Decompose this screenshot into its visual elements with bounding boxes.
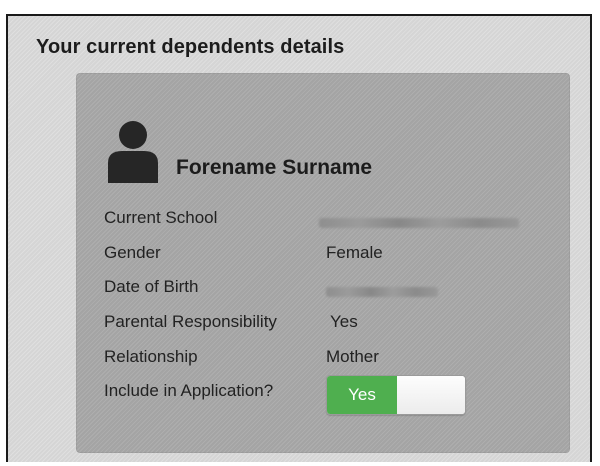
relationship-label: Relationship: [104, 347, 198, 366]
gender-label: Gender: [104, 243, 161, 262]
person-icon: [108, 121, 158, 183]
gender-value: Female: [326, 243, 383, 262]
include-in-application-toggle[interactable]: Yes: [326, 375, 466, 415]
dependent-name: Forename Surname: [176, 156, 373, 179]
dependents-panel: Your current dependents details Forename…: [6, 14, 592, 462]
relationship-value: Mother: [326, 347, 379, 366]
toggle-on-label: Yes: [327, 376, 397, 414]
date-of-birth-value-redacted: [326, 282, 438, 302]
include-in-application-label: Include in Application?: [104, 381, 274, 400]
parental-responsibility-label: Parental Responsibility: [104, 312, 277, 331]
section-title: Your current dependents details: [36, 36, 345, 58]
date-of-birth-label: Date of Birth: [104, 277, 199, 296]
dependent-card: Forename Surname Current School Gender F…: [76, 73, 570, 453]
current-school-value-redacted: [319, 213, 519, 233]
current-school-label: Current School: [104, 208, 218, 227]
toggle-knob[interactable]: [397, 376, 465, 414]
parental-responsibility-value: Yes: [330, 312, 358, 331]
